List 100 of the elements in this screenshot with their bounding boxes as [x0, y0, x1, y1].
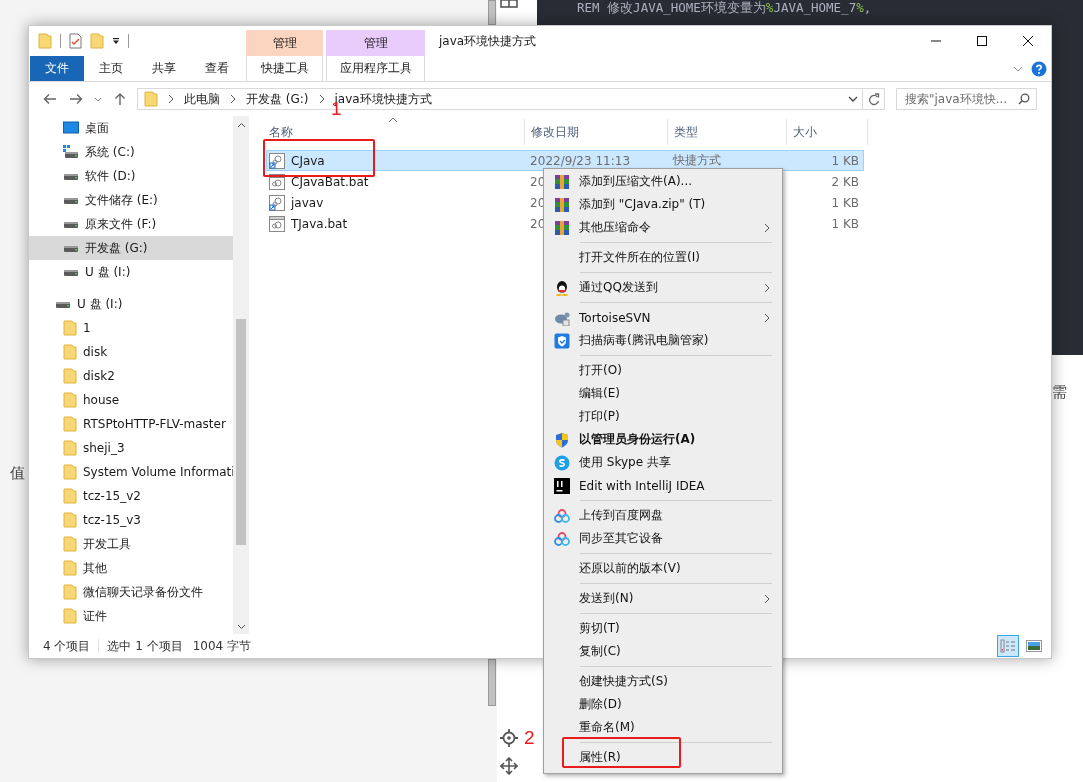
nav-item[interactable]: 原来文件 (F:) — [29, 212, 233, 236]
menu-item[interactable]: 复制(C) — [546, 640, 780, 663]
scrollbar-thumb[interactable] — [488, 0, 496, 25]
menu-item[interactable]: 扫描病毒(腾讯电脑管家) — [546, 329, 780, 352]
ribbon-tab[interactable]: 文件 — [30, 56, 84, 81]
nav-item[interactable]: 开发工具 — [29, 532, 233, 556]
nav-item[interactable]: U 盘 (I:) — [29, 260, 233, 284]
drive-icon — [55, 299, 71, 309]
drive-icon — [63, 243, 79, 253]
breadcrumb[interactable]: 此电脑 — [184, 90, 220, 108]
nav-item[interactable]: tcz-15_v2 — [29, 484, 233, 508]
folder-icon — [63, 608, 77, 624]
menu-item[interactable]: 添加到 "CJava.zip" (T) — [546, 193, 780, 216]
folder-icon — [63, 536, 77, 552]
nav-item[interactable]: disk — [29, 340, 233, 364]
menu-item[interactable]: TortoiseSVN — [546, 306, 780, 329]
nav-item[interactable]: 证件 — [29, 604, 233, 628]
back-arrow-icon — [43, 93, 57, 105]
nav-item[interactable]: 系统 (C:) — [29, 140, 233, 164]
details-icon — [1000, 639, 1016, 653]
folder-icon — [63, 392, 77, 408]
chevron-icon — [94, 96, 102, 102]
nav-item[interactable]: tcz-15_v3 — [29, 508, 233, 532]
menu-item[interactable]: Edit with IntelliJ IDEA — [546, 474, 780, 497]
file-name[interactable]: CJava — [291, 153, 325, 168]
column-header[interactable]: 修改日期 — [531, 123, 579, 141]
shortcut-file-icon — [269, 152, 285, 169]
properties-icon[interactable] — [69, 33, 82, 49]
folder-icon — [63, 320, 77, 336]
item-count: 4 个项目 — [43, 637, 91, 655]
menu-item[interactable]: 打开文件所在的位置(I) — [546, 246, 780, 269]
ribbon-tab[interactable]: 共享 — [137, 56, 190, 81]
drive-icon — [63, 195, 79, 205]
menu-item[interactable]: 通过QQ发送到 — [546, 276, 780, 299]
chevron-icon — [230, 94, 236, 104]
nav-item[interactable]: 1 — [29, 316, 233, 340]
menu-item[interactable]: 属性(R) — [546, 746, 780, 769]
window-title: java环境快捷方式 — [437, 32, 538, 50]
type-cell: 快捷方式 — [672, 153, 721, 167]
menu-item[interactable]: 同步至其它设备 — [546, 527, 780, 550]
column-header[interactable]: 类型 — [674, 123, 698, 141]
menu-item[interactable]: 还原以前的版本(V) — [546, 557, 780, 580]
move-icon[interactable] — [500, 757, 518, 775]
menu-item[interactable]: 打开(O) — [546, 359, 780, 382]
scrollbar[interactable] — [233, 116, 249, 634]
nav-item[interactable]: System Volume Informati — [29, 460, 233, 484]
nav-item[interactable]: U 盘 (I:) — [29, 292, 233, 316]
nav-item[interactable]: house — [29, 388, 233, 412]
nav-item[interactable]: 其他 — [29, 556, 233, 580]
menu-item[interactable]: 打印(P) — [546, 405, 780, 428]
shortcut-file-icon — [269, 194, 285, 211]
menu-item[interactable]: 剪切(T) — [546, 617, 780, 640]
folder-icon — [63, 584, 77, 600]
menu-item[interactable]: 发送到(N) — [546, 587, 780, 610]
crosshair-icon[interactable] — [500, 729, 518, 747]
dropdown-icon[interactable] — [848, 96, 858, 102]
menu-item[interactable]: 添加到压缩文件(A)... — [546, 170, 780, 193]
drive-icon — [63, 267, 79, 277]
column-header[interactable]: 名称 — [269, 123, 293, 141]
menu-item[interactable]: 编辑(E) — [546, 382, 780, 405]
nav-item[interactable]: sheji_3 — [29, 436, 233, 460]
ribbon-tab[interactable]: 应用程序工具 — [326, 56, 425, 81]
nav-item[interactable]: 软件 (D:) — [29, 164, 233, 188]
file-name[interactable]: CJavaBat.bat — [291, 174, 369, 189]
help-icon[interactable] — [1031, 60, 1047, 77]
breadcrumb[interactable]: 开发盘 (G:) — [246, 90, 309, 108]
ribbon-tab[interactable]: 查看 — [190, 56, 243, 81]
menu-item[interactable]: 使用 Skype 共享 — [546, 451, 780, 474]
refresh-button[interactable] — [863, 88, 885, 110]
chevron-icon[interactable] — [1013, 65, 1023, 72]
shield-icon — [554, 431, 570, 448]
nav-item[interactable]: 文件储存 (E:) — [29, 188, 233, 212]
menu-item[interactable]: 以管理员身份运行(A) — [546, 428, 780, 451]
search-field[interactable]: 搜索"java环境快... — [896, 88, 1037, 110]
file-name[interactable]: TJava.bat — [291, 216, 348, 231]
menu-item[interactable]: 上传到百度网盘 — [546, 504, 780, 527]
scroll-up-icon[interactable] — [236, 122, 246, 128]
menu-item[interactable]: 重命名(M) — [546, 716, 780, 739]
close-icon — [1022, 35, 1034, 47]
nav-item[interactable]: disk2 — [29, 364, 233, 388]
nav-item[interactable]: RTSPtoHTTP-FLV-master — [29, 412, 233, 436]
dropdown-icon[interactable] — [112, 37, 120, 45]
menu-item[interactable]: 其他压缩命令 — [546, 216, 780, 239]
size-cell: 2 KB — [831, 174, 859, 189]
nav-item[interactable]: 桌面 — [29, 116, 233, 140]
nav-item[interactable]: 开发盘 (G:) — [29, 236, 233, 260]
nav-item[interactable]: 微信聊天记录备份文件 — [29, 580, 233, 604]
search-icon — [1018, 93, 1030, 105]
ribbon-tab[interactable]: 快捷工具 — [246, 56, 323, 81]
column-header[interactable]: 大小 — [793, 123, 817, 141]
menu-item[interactable]: 删除(D) — [546, 693, 780, 716]
folder-icon — [63, 368, 77, 384]
page-text: 需 — [1052, 383, 1067, 402]
file-name[interactable]: javav — [291, 195, 324, 210]
scrollbar-thumb[interactable] — [488, 659, 496, 706]
cloud-icon — [554, 530, 570, 547]
menu-item[interactable]: 创建快捷方式(S) — [546, 670, 780, 693]
ribbon-tab[interactable]: 主页 — [84, 56, 137, 81]
cloud-icon — [554, 507, 570, 524]
scroll-down-icon[interactable] — [236, 624, 246, 630]
